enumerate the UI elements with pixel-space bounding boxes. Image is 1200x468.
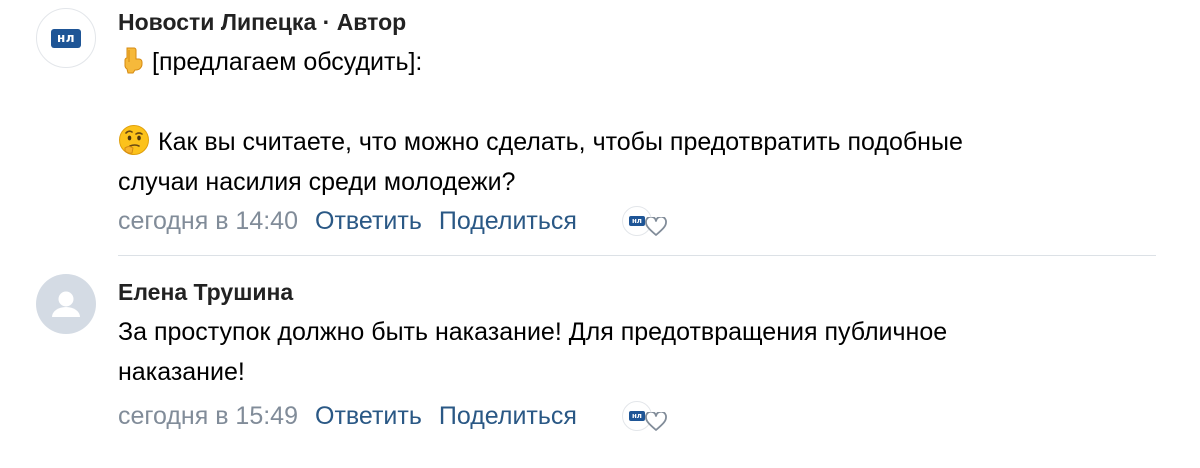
- comment-line: За проступок должно быть наказание! Для …: [118, 312, 1158, 352]
- liked-by-logo: нл: [628, 411, 645, 421]
- comment-line: наказание!: [118, 352, 1158, 392]
- like-button[interactable]: нл: [621, 204, 672, 238]
- comment: нл Новости Липецка · Автор [предлагаем о…: [0, 0, 1200, 255]
- comment-line: Как вы считаете, что можно сделать, чтоб…: [118, 122, 1158, 162]
- point-down-emoji-icon: [118, 46, 144, 88]
- comment-line: [предлагаем обсудить]:: [118, 42, 1158, 82]
- comment-author: Новости Липецка · Автор: [118, 9, 406, 36]
- heart-icon: [645, 215, 667, 244]
- comment-line: [118, 82, 1158, 122]
- comment-text: За проступок должно быть наказание! Для …: [118, 312, 1158, 392]
- comment-time[interactable]: сегодня в 15:49: [118, 402, 298, 431]
- default-user-icon: [52, 291, 80, 317]
- comment-line-text: наказание!: [118, 358, 245, 386]
- comment-meta: сегодня в 14:40 Ответить Поделиться нл: [118, 204, 672, 238]
- reply-button[interactable]: Ответить: [315, 402, 422, 431]
- avatar[interactable]: [36, 274, 96, 334]
- comment: Елена Трушина За проступок должно быть н…: [0, 262, 1200, 468]
- comment-meta: сегодня в 15:49 Ответить Поделиться нл: [118, 399, 672, 433]
- comments-thread: нл Новости Липецка · Автор [предлагаем о…: [0, 0, 1200, 468]
- like-button[interactable]: нл: [621, 399, 672, 433]
- share-button[interactable]: Поделиться: [439, 402, 577, 431]
- heart-icon: [645, 410, 667, 439]
- comment-text: [предлагаем обсудить]: Как вы считаете, …: [118, 42, 1158, 202]
- comment-line-text: [предлагаем обсудить]:: [152, 48, 423, 76]
- group-logo: нл: [51, 28, 81, 48]
- avatar[interactable]: нл: [36, 8, 96, 68]
- liked-by-logo: нл: [628, 216, 645, 226]
- reply-button[interactable]: Ответить: [315, 207, 422, 236]
- comment-line-text: Как вы считаете, что можно сделать, чтоб…: [158, 128, 963, 156]
- author-separator: ·: [316, 9, 337, 35]
- comment-time[interactable]: сегодня в 14:40: [118, 207, 298, 236]
- comment-line-text: случаи насилия среди молодежи?: [118, 168, 516, 196]
- comment-line-text: За проступок должно быть наказание! Для …: [118, 318, 948, 346]
- author-name-link[interactable]: Новости Липецка: [118, 9, 316, 35]
- comment-author: Елена Трушина: [118, 279, 293, 306]
- comment-line: случаи насилия среди молодежи?: [118, 162, 1158, 202]
- share-button[interactable]: Поделиться: [439, 207, 577, 236]
- author-name-link[interactable]: Елена Трушина: [118, 279, 293, 305]
- author-role: Автор: [336, 9, 407, 35]
- comment-divider: [118, 255, 1156, 256]
